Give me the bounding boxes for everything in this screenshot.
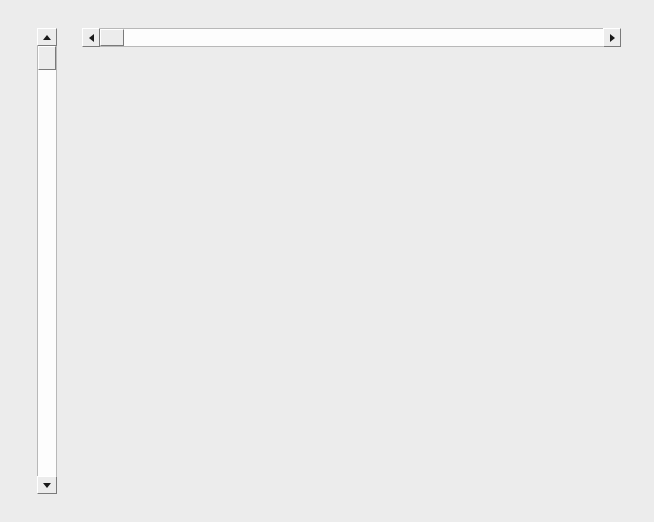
scroll-up-button[interactable] xyxy=(37,28,57,46)
horizontal-scrollbar[interactable] xyxy=(82,28,621,47)
chevron-up-icon xyxy=(43,35,51,40)
scroll-right-button[interactable] xyxy=(603,28,621,47)
scroll-left-button[interactable] xyxy=(82,28,100,47)
chevron-right-icon xyxy=(610,34,615,42)
chevron-left-icon xyxy=(89,34,94,42)
horizontal-scroll-track[interactable] xyxy=(100,28,603,47)
horizontal-scroll-thumb[interactable] xyxy=(100,29,124,46)
scroll-down-button[interactable] xyxy=(37,476,57,494)
vertical-scrollbar[interactable] xyxy=(37,28,57,494)
vertical-scroll-thumb[interactable] xyxy=(38,46,56,70)
chevron-down-icon xyxy=(43,483,51,488)
vertical-scroll-track[interactable] xyxy=(37,46,57,476)
